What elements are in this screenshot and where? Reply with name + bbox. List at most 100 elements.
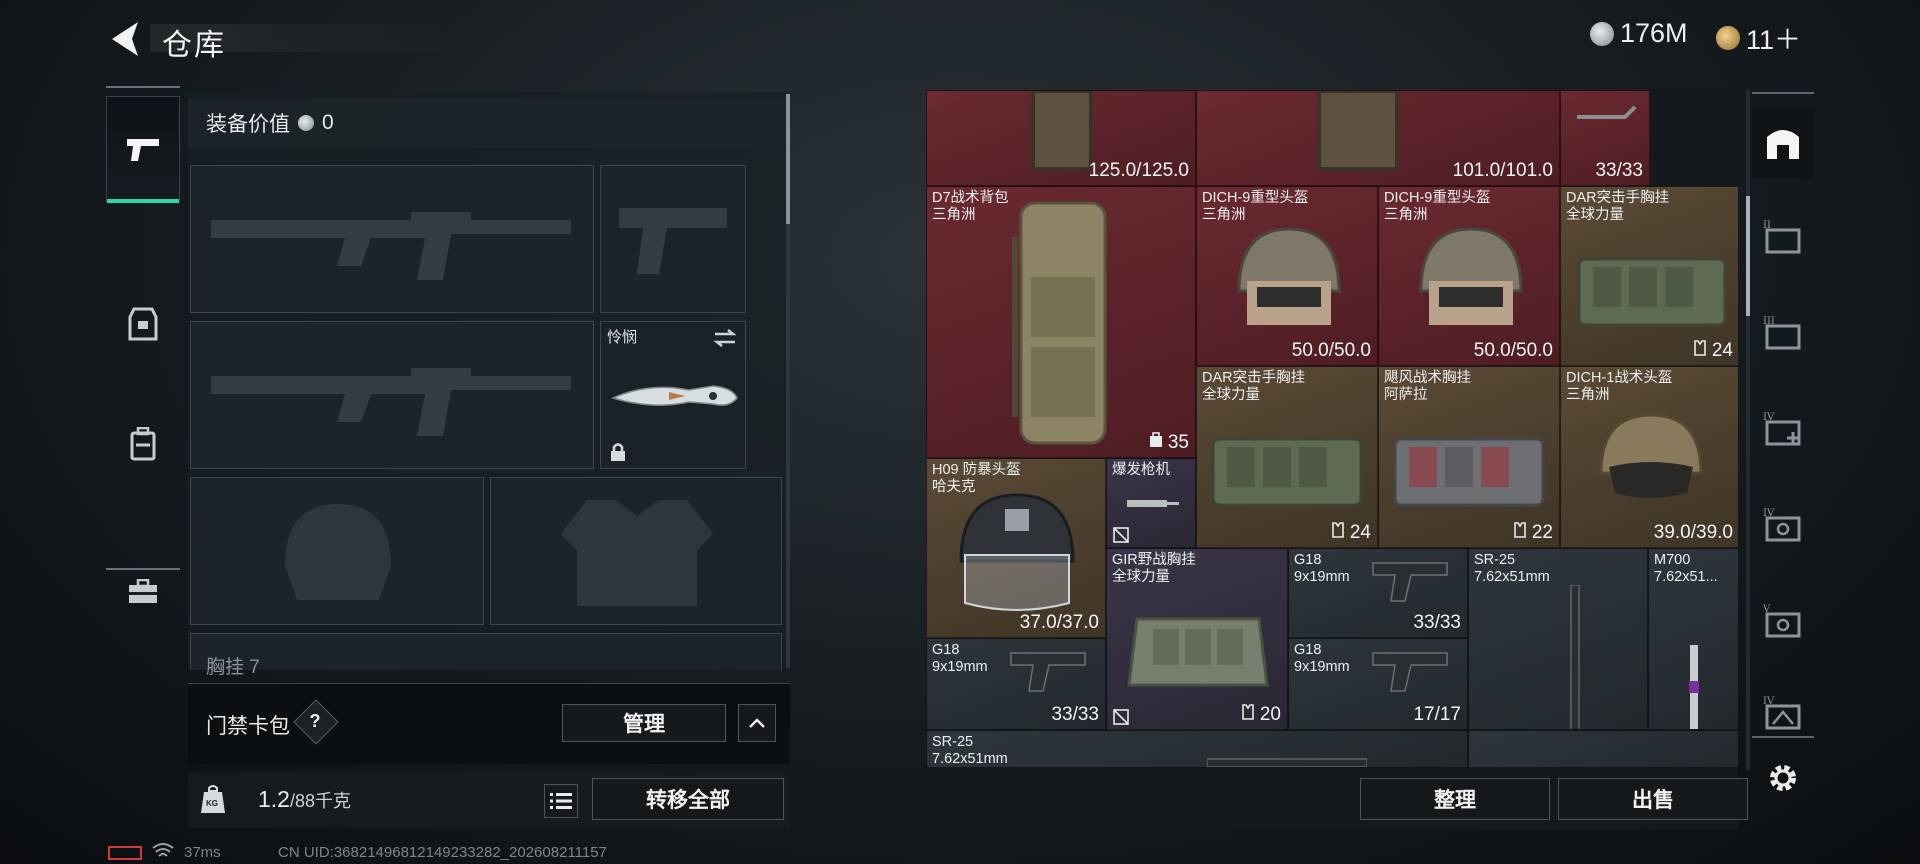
rifle-silhouette-icon [211,368,571,436]
stash-empty-cell[interactable] [1468,730,1738,768]
no-insure-icon [1113,527,1129,543]
pistol-icon [1010,652,1086,692]
stash-tab-4[interactable]: IV [1752,392,1814,464]
backpack-small-icon [1149,432,1162,447]
stash-scroll-track[interactable] [1746,90,1750,770]
gold-coin-icon [1716,25,1740,50]
list-view-button[interactable] [544,784,578,818]
rifle-vertical-icon [1570,585,1580,729]
stash-item-9[interactable]: DICH-1战术头盔 三角洲 39.0/39.0 [1560,366,1738,548]
backpack-icon [130,427,156,461]
stash-item-2[interactable]: 33/33 [1560,90,1650,186]
stash-item-16[interactable]: G18 9x19mm 33/33 [926,638,1106,730]
stash-main-icon [1767,130,1799,159]
nav-backpack[interactable] [106,416,180,472]
loadout-scrollbar[interactable] [786,94,790,224]
sort-button[interactable]: 整理 [1360,778,1550,820]
sell-button[interactable]: 出售 [1558,778,1748,820]
stash-item-17[interactable]: G18 9x19mm 17/17 [1288,638,1468,730]
stash-item-4[interactable]: DICH-9重型头盔 三角洲 50.0/50.0 [1196,186,1378,366]
rifle-vertical-icon [1689,645,1699,729]
lock-icon [611,443,625,461]
chest-rig-slot-cut[interactable] [190,633,782,670]
riot-helmet-icon [959,493,1075,611]
chest-rig-label: 胸挂 7 [206,657,260,678]
weight-readout: 1.2/88千克 [258,786,352,812]
stash-tab-6-icon: V [1763,604,1801,638]
karambit-knife-icon [610,385,738,406]
weapon-part-icon [1127,500,1179,507]
stash-item-6[interactable]: DAR突击手胸挂 全球力量 24 [1560,186,1738,366]
stash-item-1[interactable]: 101.0/101.0 [1196,90,1560,186]
stash-tab-main[interactable] [1752,106,1814,178]
stash-tab-5[interactable]: IV [1752,488,1814,560]
nav-weapons[interactable] [106,96,180,203]
melee-slot[interactable]: 怜悯 [600,321,746,469]
chest-rig-icon [1577,257,1727,327]
loadout-nav [106,86,180,603]
sidearm-slot[interactable] [600,165,746,313]
stash-scrollbar[interactable] [1746,196,1750,316]
armor-slot[interactable] [490,477,782,625]
gold-currency[interactable]: 11＋ [1716,18,1801,57]
battery-icon [108,846,142,860]
stash-tab-7-icon: IV [1763,696,1801,730]
gold-amount: 11＋ [1746,25,1802,55]
loadout-panel: 怜悯 [188,92,788,670]
tabs-bottom-line [1752,736,1814,738]
secondary-weapon-slot[interactable] [190,321,594,469]
stash-item-15[interactable]: M700 7.62x51... [1648,548,1738,730]
stash-item-11[interactable]: 爆发枪机 [1106,458,1196,548]
backpack-icon [1012,201,1107,445]
collapse-button[interactable] [738,704,776,742]
helmet-silhouette-icon [285,504,391,600]
nav-armor[interactable] [106,296,180,352]
equipment-value-bar: 装备价值 0 [188,98,786,148]
help-icon[interactable]: ? [300,706,330,736]
weapon-part-icon [1577,105,1637,119]
stash-item-18[interactable]: SR-25 7.62x51mm [926,730,1468,768]
stash-grid: 125.0/125.0 101.0/101.0 33/33 D7战术背包 三角洲 … [926,90,1738,768]
silver-coin-icon [1590,21,1614,46]
heavy-helmet-icon [1419,227,1523,325]
stash-item-12[interactable]: GIR野战胸挂 全球力量 20 [1106,548,1288,730]
transfer-all-button[interactable]: 转移全部 [592,778,784,820]
stash-tab-3[interactable]: III [1752,296,1814,368]
vest-small-icon [1331,522,1344,538]
stash-item-8[interactable]: 飓风战术胸挂 阿萨拉 22 [1378,366,1560,548]
list-icon [550,793,572,809]
stash-tab-2[interactable]: II [1752,200,1814,272]
stash-tab-6[interactable]: V [1752,584,1814,656]
no-insure-icon [1113,709,1129,725]
tabs-top-line [1752,92,1814,94]
stash-tab-5-icon: IV [1763,508,1801,542]
back-arrow-icon[interactable] [108,20,142,58]
gear-icon [1770,765,1796,791]
heavy-helmet-icon [1237,227,1341,325]
vest-small-icon [1241,704,1254,720]
primary-weapon-slot[interactable] [190,165,594,313]
stash-item-3[interactable]: D7战术背包 三角洲 35 [926,186,1196,458]
vest-small-icon [1693,340,1706,356]
silver-coin-icon [298,115,314,131]
swap-icon[interactable] [713,328,737,348]
equip-value: 0 [322,111,334,134]
armor-piece-icon [1031,91,1093,171]
nav-toolbox[interactable] [106,564,180,620]
stash-item-10[interactable]: H09 防暴头盔 哈夫克 37.0/37.0 [926,458,1106,638]
stash-tab-2-icon: II [1763,220,1801,254]
stash-item-5[interactable]: DICH-9重型头盔 三角洲 50.0/50.0 [1378,186,1560,366]
ping-readout: 37ms [184,844,221,861]
toolbox-icon [129,579,157,603]
manage-button[interactable]: 管理 [562,704,726,742]
stash-item-7[interactable]: DAR突击手胸挂 全球力量 24 [1196,366,1378,548]
stash-item-13[interactable]: G18 9x19mm 33/33 [1288,548,1468,638]
settings-button[interactable] [1752,748,1814,808]
helmet-slot[interactable] [190,477,484,625]
stash-item-14[interactable]: SR-25 7.62x51mm [1468,548,1648,730]
stash-item-0[interactable]: 125.0/125.0 [926,90,1196,186]
weight-icon: KG [200,784,226,814]
rifle-silhouette-icon [211,212,571,280]
wifi-icon [152,843,174,857]
chest-rig-icon [1393,437,1545,507]
